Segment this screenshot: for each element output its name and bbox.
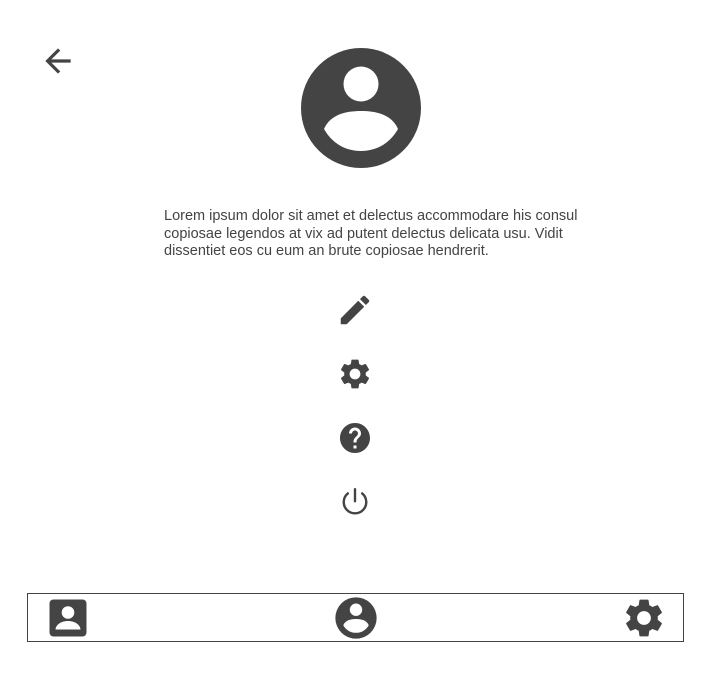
arrow-left-icon [45, 48, 71, 74]
back-button[interactable] [38, 42, 78, 80]
bottom-navigation [27, 593, 684, 642]
profile-screen: Lorem ipsum dolor sit amet et delectus a… [0, 0, 722, 684]
nav-contacts-button[interactable] [36, 594, 100, 641]
pencil-icon [340, 295, 370, 325]
logout-button[interactable] [325, 482, 385, 522]
account-box-icon [49, 599, 87, 636]
account-circle-icon [301, 48, 421, 168]
help-button[interactable] [325, 418, 385, 458]
gear-icon [340, 359, 370, 389]
gear-icon [626, 599, 662, 636]
account-circle-icon [335, 596, 377, 639]
profile-avatar [300, 47, 422, 169]
power-icon [342, 488, 368, 515]
edit-button[interactable] [325, 290, 385, 330]
profile-bio: Lorem ipsum dolor sit amet et delectus a… [164, 208, 578, 259]
settings-button[interactable] [325, 354, 385, 394]
help-circle-icon [340, 423, 370, 453]
nav-profile-button[interactable] [324, 594, 388, 641]
nav-settings-button[interactable] [612, 594, 676, 641]
